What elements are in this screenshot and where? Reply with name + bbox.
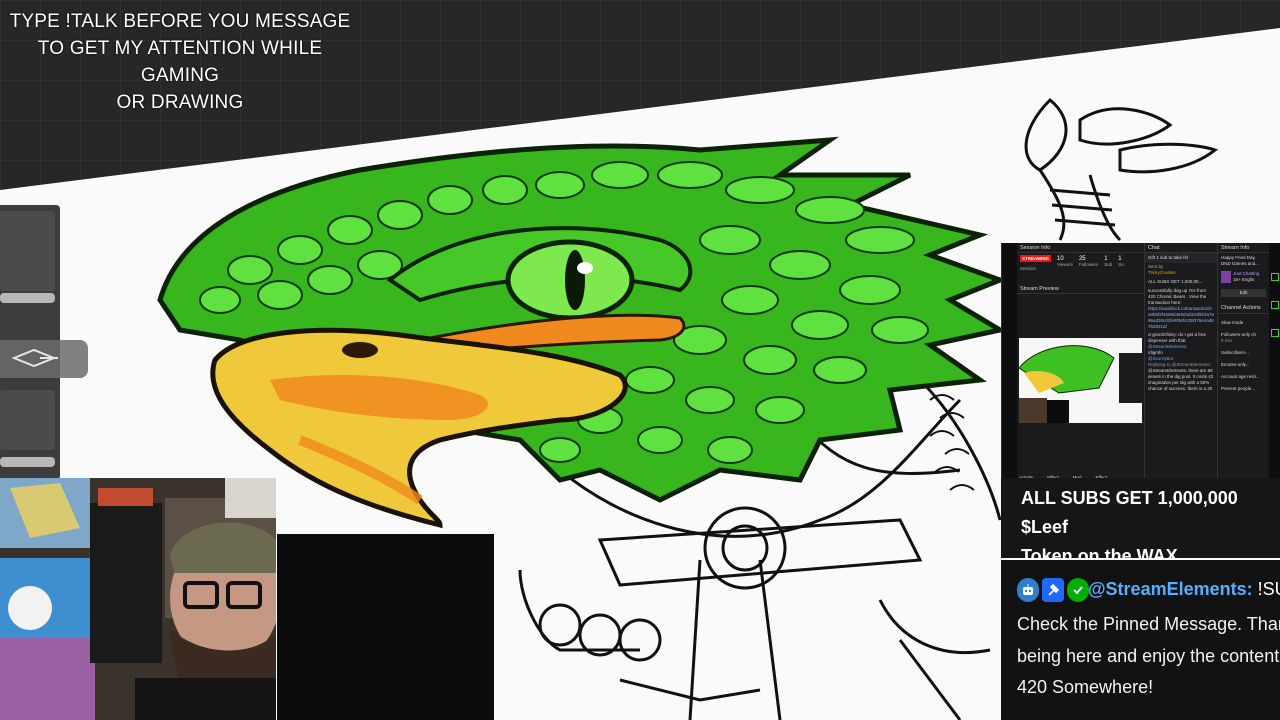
edit-button[interactable]: Edit (1221, 289, 1266, 297)
stream-screen: TYPE !TALK BEFORE YOU MESSAGE TO GET MY … (0, 0, 1280, 720)
chat-panel: Chat Gift 1 sub to take fst Sent by Tric… (1145, 243, 1218, 488)
eyedropper-icon (11, 348, 58, 368)
quick-actions-rail (1269, 243, 1280, 488)
brush-size-track[interactable] (0, 211, 55, 291)
lang-tag: Englis (1241, 277, 1255, 282)
pinned-line-1: ALL SUBS GET 1,000,000 $Leef (1021, 488, 1238, 537)
brush-opacity-slider[interactable] (0, 457, 55, 467)
stat-followers-label: Followers (1078, 262, 1099, 267)
notice-line-1: TYPE !TALK BEFORE YOU MESSAGE (9, 11, 351, 32)
stream-info-header: Stream Info (1218, 243, 1269, 253)
action-subscribers-only[interactable]: Subscribers-... (1218, 344, 1269, 356)
preview-thumbnail (1019, 338, 1142, 423)
pinned-message: ALL SUBS GET 1,000,000 $Leef Token on th… (1001, 478, 1280, 595)
session-header: Session Info (1017, 243, 1144, 253)
stream-notice: TYPE !TALK BEFORE YOU MESSAGE TO GET MY … (0, 8, 360, 116)
session-label: Session (1020, 266, 1037, 271)
quick-action-icon[interactable] (1271, 301, 1279, 309)
chat-overlay: @StreamElements: !SUB Check the Pinned M… (1001, 560, 1280, 720)
chat-line: ALL SUBS GET 1,000,00... (1148, 279, 1203, 284)
sent-by-user: TrickyCreates (1148, 270, 1176, 275)
overlay-panel (277, 534, 494, 720)
moderator-icon (1042, 578, 1064, 602)
stat-viewers-label: Viewers (1057, 262, 1073, 267)
notice-line-3: OR DRAWING (116, 92, 244, 113)
action-emotes-only[interactable]: Emotes-only... (1218, 356, 1269, 368)
chat-log: ALL SUBS GET 1,000,00... successfully du… (1145, 277, 1217, 394)
chat-command: !SUB (1257, 579, 1280, 599)
age-tag: 18+ (1233, 277, 1241, 282)
chat-link[interactable]: 7b2831af (1148, 324, 1214, 330)
action-followers-only[interactable]: Followers-only ch (1218, 326, 1269, 338)
action-prevent[interactable]: Prevent people... (1218, 380, 1269, 392)
stream-preview[interactable] (1019, 338, 1142, 423)
live-badge: STREAMING (1020, 255, 1051, 262)
brush-size-slider[interactable] (0, 293, 55, 303)
chat-message-text: Check the Pinned Message. Thanks for bei… (1017, 614, 1280, 697)
verified-icon (1067, 578, 1089, 602)
session-stats: STREAMING Session 10 Viewers 25 Followers … (1017, 253, 1144, 274)
chat-username[interactable]: @StreamElements: !SUB (1088, 579, 1280, 600)
gift-banner[interactable]: Gift 1 sub to take fst (1145, 253, 1217, 263)
webcam-image (0, 478, 276, 720)
chat-line: chance of success. there is a 30 (1148, 386, 1213, 391)
quick-action-icon[interactable] (1271, 329, 1279, 337)
chat-badges (1017, 578, 1089, 606)
stat-sub-label: Sub (1104, 262, 1113, 267)
stream-title: Happy Fried Day, DND Games and... (1221, 255, 1260, 266)
notice-line-2: TO GET MY ATTENTION WHILE GAMING (37, 38, 323, 86)
chat-username-text: @StreamElements: (1088, 579, 1253, 599)
stream-tags: Just Chatting 18+ Englis (1218, 269, 1269, 285)
stat-sub2-label: Su (1118, 262, 1124, 267)
action-slow-mode[interactable]: Slow mode (1218, 314, 1269, 326)
bot-icon (1017, 578, 1039, 602)
stream-info-panel: Stream Info Happy Fried Day, DND Games a… (1218, 243, 1269, 488)
session-panel: Session Info STREAMING Session 10 Viewers… (1017, 243, 1145, 488)
channel-actions-header: Channel Actions (1218, 303, 1269, 314)
action-account-age[interactable]: Account age resti... (1218, 368, 1269, 380)
quick-action-icon[interactable] (1271, 273, 1279, 281)
category-thumbnail (1221, 271, 1231, 283)
preview-header: Stream Preview (1017, 284, 1144, 294)
creator-dashboard: Session Info STREAMING Session 10 Viewers… (1001, 243, 1280, 488)
pinned-preview: Sent by TrickyCreates (1145, 263, 1217, 277)
webcam-feed (0, 478, 276, 720)
brush-opacity-track[interactable] (0, 390, 55, 450)
dashboard-icon-rail (1002, 243, 1017, 488)
chat-header: Chat (1145, 243, 1217, 253)
